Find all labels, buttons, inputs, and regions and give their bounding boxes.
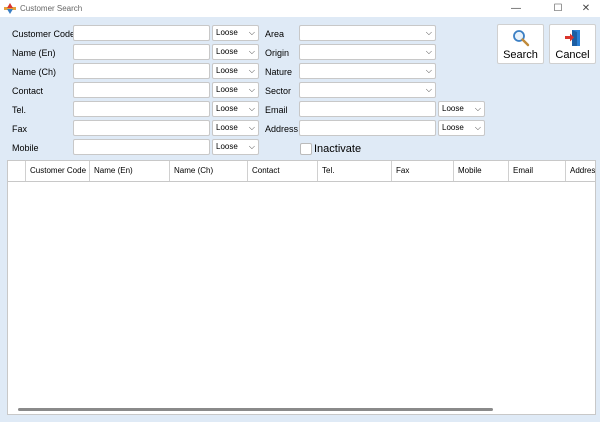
chevron-down-icon: ⌵ [248,104,255,113]
customer-code-field[interactable] [73,25,210,41]
tel-mode-value: Loose [216,104,238,113]
fax-mode-select[interactable]: Loose ⌵ [212,120,259,136]
search-button-label: Search [503,49,538,61]
mobile-label: Mobile [12,143,39,153]
chevron-down-icon: ⌵ [425,85,432,94]
col-header-contact[interactable]: Contact [248,161,318,181]
mobile-mode-value: Loose [216,142,238,151]
row-selector-header[interactable] [8,161,26,181]
title-bar: Customer Search — ☐ ✕ [0,0,600,17]
email-mode-select[interactable]: Loose ⌵ [438,101,485,117]
sector-select[interactable]: ⌵ [299,82,436,98]
chevron-down-icon: ⌵ [425,66,432,75]
minimize-button[interactable]: — [502,0,530,17]
inactivate-checkbox[interactable] [300,143,312,155]
col-header-fax[interactable]: Fax [392,161,454,181]
fax-field[interactable] [73,120,210,136]
contact-field[interactable] [73,82,210,98]
col-header-mobile[interactable]: Mobile [454,161,509,181]
customer-code-mode-value: Loose [216,28,238,37]
chevron-down-icon: ⌵ [248,142,255,151]
contact-mode-select[interactable]: Loose ⌵ [212,82,259,98]
col-header-tel[interactable]: Tel. [318,161,392,181]
chevron-down-icon: ⌵ [248,47,255,56]
cancel-button-label: Cancel [555,49,590,61]
chevron-down-icon: ⌵ [248,66,255,75]
fax-label: Fax [12,124,28,134]
fax-mode-value: Loose [216,123,238,132]
customer-code-label: Customer Code [12,29,76,39]
col-header-name-ch[interactable]: Name (Ch) [170,161,248,181]
tel-label: Tel. [12,105,27,115]
contact-label: Contact [12,86,44,96]
window-title: Customer Search [20,4,83,13]
name-ch-mode-value: Loose [216,66,238,75]
chevron-down-icon: ⌵ [425,28,432,37]
address-mode-value: Loose [442,123,464,132]
contact-mode-value: Loose [216,85,238,94]
address-mode-select[interactable]: Loose ⌵ [438,120,485,136]
customer-code-mode-select[interactable]: Loose ⌵ [212,25,259,41]
sector-label: Sector [265,86,292,96]
chevron-down-icon: ⌵ [248,85,255,94]
grid-header: Customer Code Name (En) Name (Ch) Contac… [8,161,595,182]
name-en-field[interactable] [73,44,210,60]
name-ch-mode-select[interactable]: Loose ⌵ [212,63,259,79]
col-header-name-en[interactable]: Name (En) [90,161,170,181]
close-button[interactable]: ✕ [572,0,600,17]
name-en-mode-value: Loose [216,47,238,56]
search-button[interactable]: Search [497,24,544,64]
area-select[interactable]: ⌵ [299,25,436,41]
nature-select[interactable]: ⌵ [299,63,436,79]
results-grid[interactable]: Customer Code Name (En) Name (Ch) Contac… [7,160,596,415]
horizontal-scrollbar[interactable] [18,408,493,411]
mobile-field[interactable] [73,139,210,155]
col-header-address[interactable]: Address [566,161,595,181]
tel-field[interactable] [73,101,210,117]
name-en-mode-select[interactable]: Loose ⌵ [212,44,259,60]
nature-label: Nature [265,67,293,77]
maximize-button[interactable]: ☐ [544,0,572,17]
origin-select[interactable]: ⌵ [299,44,436,60]
inactivate-label[interactable]: Inactivate [314,143,361,155]
origin-label: Origin [265,48,290,58]
name-ch-label: Name (Ch) [12,67,57,77]
chevron-down-icon: ⌵ [425,47,432,56]
email-mode-value: Loose [442,104,464,113]
chevron-down-icon: ⌵ [474,123,481,132]
chevron-down-icon: ⌵ [474,104,481,113]
col-header-customer-code[interactable]: Customer Code [26,161,90,181]
chevron-down-icon: ⌵ [248,28,255,37]
app-logo-icon [4,3,16,14]
area-label: Area [265,29,285,39]
mobile-mode-select[interactable]: Loose ⌵ [212,139,259,155]
email-label: Email [265,105,288,115]
name-en-label: Name (En) [12,48,56,58]
email-field[interactable] [299,101,436,117]
address-field[interactable] [299,120,436,136]
tel-mode-select[interactable]: Loose ⌵ [212,101,259,117]
name-ch-field[interactable] [73,63,210,79]
exit-door-icon [564,30,580,46]
address-label: Address [265,124,299,134]
cancel-button[interactable]: Cancel [549,24,596,64]
chevron-down-icon: ⌵ [248,123,255,132]
col-header-email[interactable]: Email [509,161,566,181]
magnifier-icon [512,30,529,47]
